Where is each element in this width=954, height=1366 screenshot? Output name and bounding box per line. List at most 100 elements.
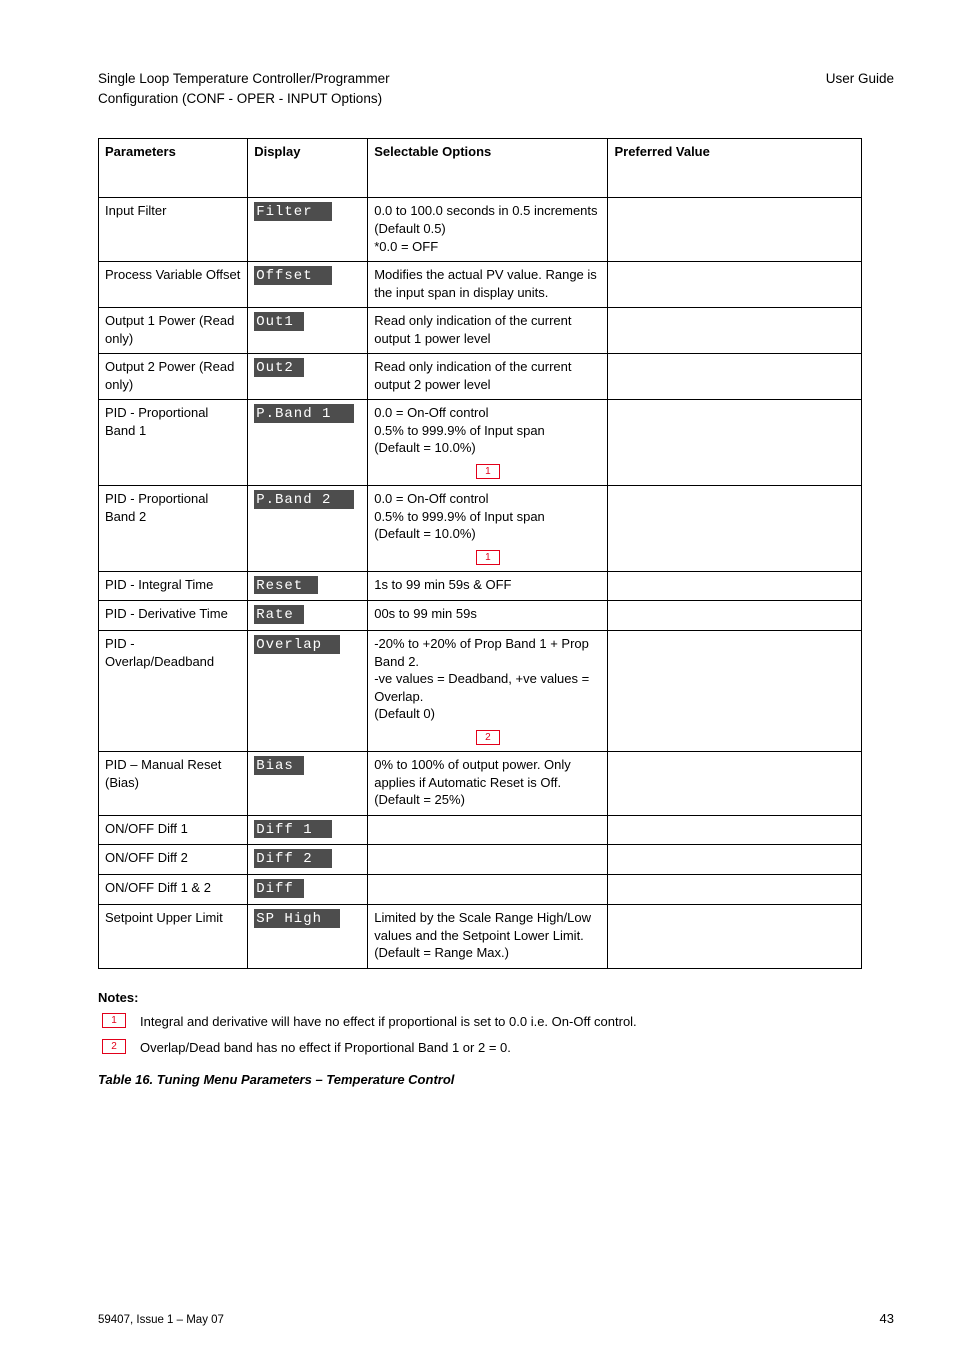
col-header-parameters: Parameters bbox=[99, 139, 248, 198]
selectable-options: 0% to 100% of output power. Only applies… bbox=[368, 751, 608, 815]
preferred-value bbox=[608, 262, 862, 308]
parameter-display-label: Diff 1 bbox=[248, 815, 368, 845]
preferred-value bbox=[608, 486, 862, 572]
parameter-name: PID - Derivative Time bbox=[99, 601, 248, 631]
col-header-options: Selectable Options bbox=[368, 139, 608, 198]
cross-ref-note-icon[interactable]: 2 bbox=[476, 730, 500, 745]
selectable-options: 0.0 to 100.0 seconds in 0.5 increments(D… bbox=[368, 198, 608, 262]
table-header-row: Parameters Display Selectable Options Pr… bbox=[99, 139, 862, 198]
preferred-value bbox=[608, 354, 862, 400]
doc-title-right: User Guide bbox=[826, 70, 894, 88]
col-header-display: Display bbox=[248, 139, 368, 198]
section-title: Configuration (CONF - OPER - INPUT Optio… bbox=[98, 90, 894, 108]
parameter-name: ON/OFF Diff 2 bbox=[99, 845, 248, 875]
table-row: Setpoint Upper Limit SP High Limited by th… bbox=[99, 905, 862, 969]
table-row: PID – Manual Reset (Bias) Bias 0% to 100% … bbox=[99, 751, 862, 815]
display-chip: Reset bbox=[254, 576, 318, 595]
selectable-options: Limited by the Scale Range High/Low valu… bbox=[368, 905, 608, 969]
display-chip: Overlap bbox=[254, 635, 340, 654]
parameter-name: PID – Manual Reset (Bias) bbox=[99, 751, 248, 815]
table-row: Process Variable OffsetOffsetModifies th… bbox=[99, 262, 862, 308]
parameter-display-label: SP High bbox=[248, 905, 368, 969]
table-caption: Table 16. Tuning Menu Parameters – Tempe… bbox=[98, 1071, 894, 1089]
display-chip: Filter bbox=[254, 202, 332, 221]
parameter-display-label: Rate bbox=[248, 601, 368, 631]
parameter-name: PID - Proportional Band 2 bbox=[99, 486, 248, 572]
selectable-options: 00s to 99 min 59s bbox=[368, 601, 608, 631]
preferred-value bbox=[608, 308, 862, 354]
cross-ref-note-icon[interactable]: 1 bbox=[476, 464, 500, 479]
display-chip: Bias bbox=[254, 756, 304, 775]
parameter-name: PID - Proportional Band 1 bbox=[99, 400, 248, 486]
notes-heading: Notes: bbox=[98, 989, 894, 1007]
selectable-options: -20% to +20% of Prop Band 1 + Prop Band … bbox=[368, 631, 608, 752]
preferred-value bbox=[608, 571, 862, 601]
preferred-value bbox=[608, 198, 862, 262]
preferred-value bbox=[608, 601, 862, 631]
display-chip: SP High bbox=[254, 909, 340, 928]
footnotes-section: Notes: 1 Integral and derivative will hav… bbox=[0, 989, 954, 1152]
display-chip: Diff bbox=[254, 879, 304, 898]
table-row: PID - Integral TimeReset1s to 99 min 59s… bbox=[99, 571, 862, 601]
cross-ref-note-icon[interactable]: 1 bbox=[476, 550, 500, 565]
table-row: ON/OFF Diff 1 & 2 Diff bbox=[99, 875, 862, 905]
parameter-name: Setpoint Upper Limit bbox=[99, 905, 248, 969]
footnote-row: 1 Integral and derivative will have no ef… bbox=[98, 1013, 894, 1031]
table-row: PID - Proportional Band 1 P.Band 1 0.0 = O… bbox=[99, 400, 862, 486]
table-row: Output 2 Power (Read only) Out2 Read only … bbox=[99, 354, 862, 400]
selectable-options bbox=[368, 875, 608, 905]
preferred-value bbox=[608, 751, 862, 815]
parameter-display-label: Overlap bbox=[248, 631, 368, 752]
selectable-options: 0.0 = On-Off control0.5% to 999.9% of In… bbox=[368, 486, 608, 572]
parameters-table: Parameters Display Selectable Options Pr… bbox=[98, 138, 862, 968]
table-row: PID - Proportional Band 2 P.Band 2 0.0 = O… bbox=[99, 486, 862, 572]
parameter-name: Process Variable Offset bbox=[99, 262, 248, 308]
display-chip: Rate bbox=[254, 605, 304, 624]
display-chip: P.Band 2 bbox=[254, 490, 354, 509]
table-row: ON/OFF Diff 1 Diff 1 bbox=[99, 815, 862, 845]
display-chip: P.Band 1 bbox=[254, 404, 354, 423]
parameter-name: Output 2 Power (Read only) bbox=[99, 354, 248, 400]
selectable-options bbox=[368, 815, 608, 845]
selectable-options: Read only indication of the current outp… bbox=[368, 308, 608, 354]
display-chip: Out1 bbox=[254, 312, 304, 331]
col-header-preferred: Preferred Value bbox=[608, 139, 862, 198]
parameter-name: Input Filter bbox=[99, 198, 248, 262]
parameter-name: Output 1 Power (Read only) bbox=[99, 308, 248, 354]
parameter-display-label: Out2 bbox=[248, 354, 368, 400]
parameter-display-label: P.Band 1 bbox=[248, 400, 368, 486]
parameter-name: PID - Overlap/Deadband bbox=[99, 631, 248, 752]
parameter-display-label: Offset bbox=[248, 262, 368, 308]
footnote-text: Integral and derivative will have no eff… bbox=[140, 1013, 894, 1031]
parameter-name: ON/OFF Diff 1 & 2 bbox=[99, 875, 248, 905]
selectable-options: Read only indication of the current outp… bbox=[368, 354, 608, 400]
parameter-display-label: Filter bbox=[248, 198, 368, 262]
preferred-value bbox=[608, 815, 862, 845]
preferred-value bbox=[608, 631, 862, 752]
parameter-display-label: Reset bbox=[248, 571, 368, 601]
parameter-display-label: Out1 bbox=[248, 308, 368, 354]
display-chip: Diff 1 bbox=[254, 820, 332, 839]
table-row: PID - Overlap/Deadband Overlap -20% to +20… bbox=[99, 631, 862, 752]
parameter-name: ON/OFF Diff 1 bbox=[99, 815, 248, 845]
selectable-options: 0.0 = On-Off control0.5% to 999.9% of In… bbox=[368, 400, 608, 486]
page-footer: 59407, Issue 1 – May 07 43 bbox=[0, 1311, 954, 1326]
table-row: PID - Derivative Time Rate 00s to 99 min 5… bbox=[99, 601, 862, 631]
footer-doc-info: 59407, Issue 1 – May 07 bbox=[98, 1314, 224, 1326]
table-row: Output 1 Power (Read only) Out1 Read only … bbox=[99, 308, 862, 354]
footnote-text: Overlap/Dead band has no effect if Propo… bbox=[140, 1039, 894, 1057]
preferred-value bbox=[608, 875, 862, 905]
doc-title-left: Single Loop Temperature Controller/Progr… bbox=[98, 70, 390, 88]
parameter-display-label: P.Band 2 bbox=[248, 486, 368, 572]
footnote-ref-icon: 1 bbox=[102, 1013, 126, 1028]
footer-page-number: 43 bbox=[880, 1311, 894, 1326]
display-chip: Out2 bbox=[254, 358, 304, 377]
parameter-display-label: Diff bbox=[248, 875, 368, 905]
parameter-display-label: Bias bbox=[248, 751, 368, 815]
page-header: Single Loop Temperature Controller/Progr… bbox=[0, 40, 954, 138]
footnote-row: 2Overlap/Dead band has no effect if Prop… bbox=[98, 1039, 894, 1057]
table-row: Input Filter Filter 0.0 to 100.0 seconds i… bbox=[99, 198, 862, 262]
parameter-display-label: Diff 2 bbox=[248, 845, 368, 875]
preferred-value bbox=[608, 400, 862, 486]
display-chip: Diff 2 bbox=[254, 849, 332, 868]
